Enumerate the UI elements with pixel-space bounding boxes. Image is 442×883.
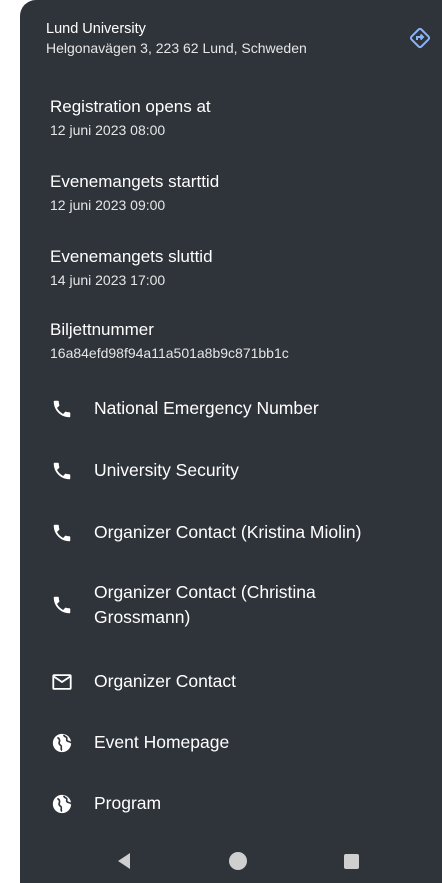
contact-organizer-kristina[interactable]: Organizer Contact (Kristina Miolin) bbox=[50, 520, 430, 545]
recents-icon[interactable] bbox=[344, 854, 359, 869]
ticket-number-label: Biljettnummer bbox=[50, 320, 154, 339]
contact-university-security[interactable]: University Security bbox=[50, 458, 430, 483]
ticket-number-value: 16a84efd98f94a11a501a8b9c871bb1c bbox=[50, 345, 289, 361]
event-start-time: Evenemangets starttid 12 juni 2023 09:00 bbox=[50, 171, 219, 215]
globe-icon bbox=[50, 731, 74, 755]
program-link[interactable]: Program bbox=[50, 791, 430, 816]
event-homepage-link[interactable]: Event Homepage bbox=[50, 730, 430, 755]
globe-icon bbox=[50, 792, 74, 816]
contact-label: Event Homepage bbox=[94, 732, 230, 752]
registration-opens-value: 12 juni 2023 08:00 bbox=[50, 122, 166, 138]
event-end-time: Evenemangets sluttid 14 juni 2023 17:00 bbox=[50, 246, 213, 290]
contact-organizer-christina[interactable]: Organizer Contact (Christina Grossmann) bbox=[50, 580, 430, 630]
event-details-panel: Lund University Helgonavägen 3, 223 62 L… bbox=[20, 0, 442, 883]
location-address: Helgonavägen 3, 223 62 Lund, Schweden bbox=[46, 40, 307, 56]
phone-icon bbox=[50, 459, 74, 483]
back-icon[interactable] bbox=[118, 853, 130, 869]
mail-icon bbox=[50, 670, 74, 694]
event-end-value: 14 juni 2023 17:00 bbox=[50, 272, 166, 288]
directions-icon[interactable] bbox=[408, 26, 432, 50]
contact-organizer-email[interactable]: Organizer Contact bbox=[50, 669, 430, 694]
home-icon[interactable] bbox=[229, 852, 247, 870]
contact-label: Organizer Contact bbox=[94, 671, 237, 691]
phone-icon bbox=[50, 397, 74, 421]
registration-opens-label: Registration opens at bbox=[50, 97, 211, 116]
registration-opens: Registration opens at 12 juni 2023 08:00 bbox=[50, 96, 211, 140]
phone-icon bbox=[50, 593, 74, 617]
contact-national-emergency[interactable]: National Emergency Number bbox=[50, 396, 430, 421]
contact-label: Organizer Contact (Christina Grossmann) bbox=[94, 582, 316, 627]
phone-icon bbox=[50, 521, 74, 545]
event-start-label: Evenemangets starttid bbox=[50, 172, 220, 191]
contact-label: University Security bbox=[94, 460, 239, 480]
ticket-number: Biljettnummer 16a84efd98f94a11a501a8b9c8… bbox=[50, 319, 289, 363]
contact-label: National Emergency Number bbox=[94, 398, 319, 418]
location-block[interactable]: Lund University Helgonavägen 3, 223 62 L… bbox=[46, 20, 307, 58]
event-end-label: Evenemangets sluttid bbox=[50, 247, 213, 266]
event-start-value: 12 juni 2023 09:00 bbox=[50, 197, 166, 213]
location-name: Lund University bbox=[46, 21, 146, 37]
contact-label: Organizer Contact (Kristina Miolin) bbox=[94, 522, 362, 542]
contact-label: Program bbox=[94, 793, 162, 813]
system-nav-bar bbox=[20, 840, 442, 883]
